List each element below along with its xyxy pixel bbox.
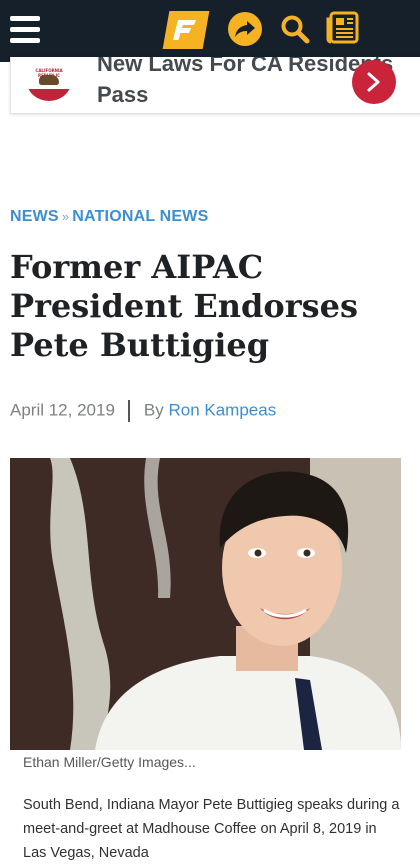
article-date: April 12, 2019 — [10, 400, 115, 420]
photo-credit: Ethan Miller/Getty Images... — [23, 754, 196, 770]
chevron-right-icon[interactable] — [352, 60, 396, 104]
search-icon[interactable] — [279, 13, 311, 45]
article-title: Former AIPAC President Endorses Pete But… — [10, 248, 358, 364]
bear-icon — [39, 75, 59, 85]
photo-illustration — [10, 458, 401, 750]
top-navigation-bar — [0, 0, 420, 62]
breadcrumb-national-news-link[interactable]: NATIONAL NEWS — [72, 208, 208, 225]
article-meta: April 12, 2019 By Ron Kampeas — [10, 400, 276, 422]
photo-caption: South Bend, Indiana Mayor Pete Buttigieg… — [23, 797, 400, 861]
breadcrumb-separator: » — [61, 209, 70, 224]
byline-label: By — [143, 400, 164, 420]
breadcrumb-news-link[interactable]: NEWS — [10, 208, 59, 225]
california-flag-icon: CALIFORNIA REPUBLIC — [27, 63, 71, 101]
meta-divider — [127, 400, 130, 422]
site-logo-icon[interactable] — [162, 11, 210, 49]
share-icon[interactable] — [228, 12, 262, 46]
newspaper-icon[interactable] — [326, 11, 360, 45]
breadcrumb: NEWS» NATIONAL NEWS — [10, 208, 208, 226]
advertisement-banner[interactable]: CALIFORNIA REPUBLIC New Laws For CA Resi… — [10, 57, 420, 114]
author-link[interactable]: Ron Kampeas — [168, 400, 276, 419]
menu-icon[interactable] — [10, 16, 40, 44]
article-photo — [10, 458, 401, 750]
